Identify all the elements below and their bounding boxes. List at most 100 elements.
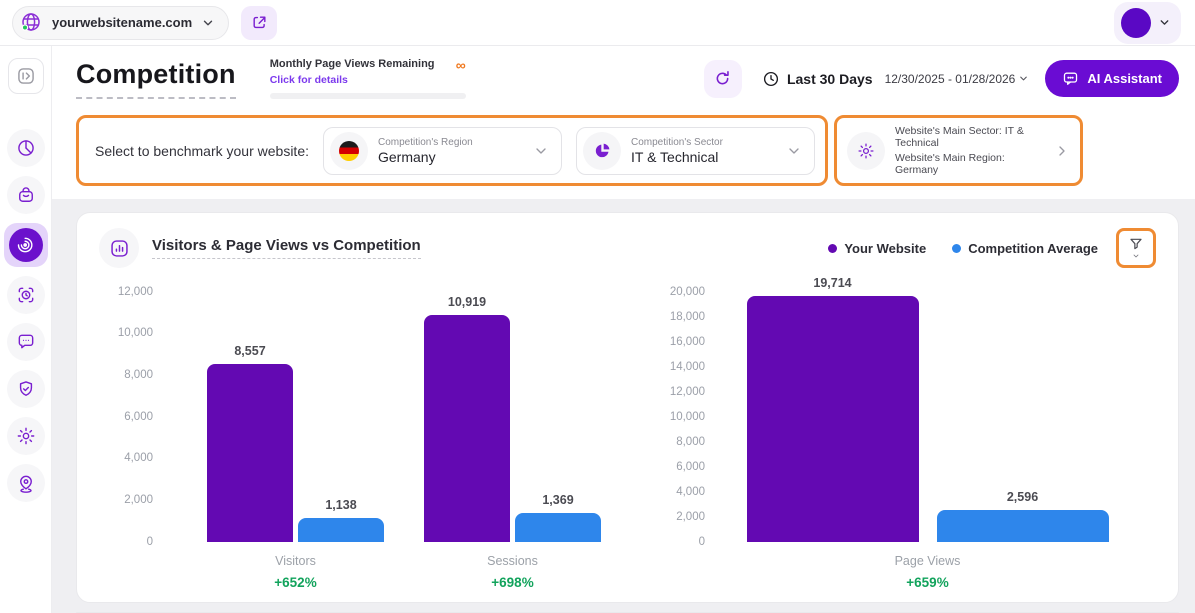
legend-item[interactable]: Your Website (828, 241, 926, 256)
bar-pair: 10,9191,369 (424, 292, 601, 542)
user-menu[interactable] (1114, 2, 1181, 44)
pie-chart-icon (583, 132, 621, 170)
sidebar-item-feedback[interactable] (7, 323, 45, 361)
site-selector-dropdown[interactable]: yourwebsitename.com (12, 6, 229, 40)
bar-value-label: 1,369 (515, 493, 601, 507)
category-label: Page Views (895, 554, 961, 568)
sidebar-item-privacy[interactable] (7, 370, 45, 408)
quota-details-link[interactable]: Click for details (270, 74, 466, 86)
y-axis-tick: 2,000 (676, 511, 705, 523)
globe-icon (19, 11, 43, 35)
refresh-button[interactable] (704, 60, 742, 98)
bar-your-website[interactable] (207, 364, 293, 542)
y-axis-tick: 18,000 (670, 311, 705, 323)
sidebar-item-visitor-location[interactable] (7, 464, 45, 502)
period-selector[interactable]: Last 30 Days (762, 70, 873, 88)
legend-item[interactable]: Competition Average (952, 241, 1098, 256)
chart-filter-button[interactable] (1116, 228, 1156, 268)
shield-check-icon (16, 379, 36, 399)
germany-flag-icon (330, 132, 368, 170)
sector-dropdown-value: IT & Technical (631, 149, 723, 165)
website-main-region: Website's Main Region: Germany (895, 152, 1044, 176)
bar-value-label: 19,714 (747, 276, 919, 290)
sidebar-item-competition[interactable] (4, 223, 48, 267)
bar-wrap: 10,919 (424, 315, 510, 542)
y-axis-tick: 0 (699, 536, 705, 548)
period-label: Last 30 Days (787, 71, 873, 87)
focus-clock-icon (16, 285, 36, 305)
bar-competition-average[interactable] (937, 510, 1109, 542)
chart-group-page-views: 19,714 2,596 Page Views +659% (747, 292, 1109, 590)
chevron-down-icon (786, 143, 802, 159)
y-axis-tick: 0 (147, 536, 153, 548)
y-axis-tick: 16,000 (670, 336, 705, 348)
date-range-text: 12/30/2025 - 01/28/2026 (885, 72, 1016, 86)
refresh-icon (713, 69, 732, 88)
y-axis-tick: 14,000 (670, 361, 705, 373)
website-info-box[interactable]: Website's Main Sector: IT & Technical We… (834, 115, 1083, 186)
sidebar (0, 46, 52, 613)
region-dropdown-label: Competition's Region (378, 137, 473, 148)
date-range-selector[interactable]: 12/30/2025 - 01/28/2026 (885, 72, 1030, 86)
location-pin-icon (16, 473, 36, 493)
plot-0: 8,5571,138Visitors+652%10,9191,369Sessio… (167, 292, 641, 590)
ai-assistant-label: AI Assistant (1087, 71, 1162, 86)
y-axis-tick: 20,000 (670, 286, 705, 298)
sidebar-item-settings[interactable] (7, 417, 45, 455)
bar-value-label: 1,138 (298, 498, 384, 512)
shopping-bag-icon (16, 185, 36, 205)
chevron-down-icon (1018, 73, 1029, 84)
sidebar-item-dashboard[interactable] (7, 129, 45, 167)
y-axis-tick: 2,000 (124, 495, 153, 507)
chevron-down-icon (1158, 16, 1171, 29)
chart-title: Visitors & Page Views vs Competition (152, 237, 421, 259)
plot-1: 19,714 2,596 Page Views +659% (705, 292, 1150, 590)
chevron-down-icon (201, 16, 215, 30)
bar-wrap: 2,596 (937, 510, 1109, 542)
sidebar-item-ecommerce[interactable] (7, 176, 45, 214)
bar-competition-average[interactable] (515, 513, 601, 542)
filter-funnel-icon (1128, 236, 1144, 252)
legend-label: Your Website (844, 241, 926, 256)
y-axis-tick: 6,000 (124, 411, 153, 423)
quota-progress-bar (270, 93, 466, 99)
bar-value-label: 8,557 (207, 344, 293, 358)
bar-value-label: 10,919 (424, 295, 510, 309)
topbar: yourwebsitename.com (0, 0, 1195, 46)
collapse-panel-icon (16, 66, 36, 86)
open-website-button[interactable] (241, 6, 277, 40)
bar-your-website[interactable] (424, 315, 510, 542)
y-axis-tick: 4,000 (676, 486, 705, 498)
chat-icon (1062, 70, 1079, 87)
category-label: Sessions (487, 554, 538, 568)
site-name: yourwebsitename.com (52, 15, 192, 30)
chevron-down-icon (533, 143, 549, 159)
sidebar-item-collapse-sidebar[interactable] (8, 58, 44, 94)
bar-wrap: 19,714 (747, 296, 919, 542)
chart-legend: Your Website Competition Average (828, 241, 1098, 256)
bar-wrap: 1,369 (515, 513, 601, 542)
chevron-right-icon (1054, 143, 1070, 159)
gear-icon (16, 426, 36, 446)
sector-dropdown[interactable]: Competition's Sector IT & Technical (576, 127, 815, 175)
y-axis-tick: 12,000 (670, 386, 705, 398)
external-link-icon (251, 14, 268, 31)
bar-value-label: 2,596 (937, 490, 1109, 504)
ai-assistant-button[interactable]: AI Assistant (1045, 60, 1179, 97)
legend-dot (952, 244, 961, 253)
chart-group-visitors: 8,5571,138Visitors+652% (207, 292, 384, 590)
benchmark-row: Select to benchmark your website: Compet… (76, 115, 1179, 186)
bar-your-website[interactable] (747, 296, 919, 542)
sidebar-item-session-recordings[interactable] (7, 276, 45, 314)
bar-competition-average[interactable] (298, 518, 384, 542)
y-axis-tick: 4,000 (124, 453, 153, 465)
legend-label: Competition Average (968, 241, 1098, 256)
gear-icon (847, 132, 885, 170)
chart-group-sessions: 10,9191,369Sessions+698% (424, 292, 601, 590)
bar-wrap: 8,557 (207, 364, 293, 542)
sector-dropdown-label: Competition's Sector (631, 137, 723, 148)
delta-label: +659% (906, 575, 948, 590)
benchmark-selectors: Select to benchmark your website: Compet… (76, 115, 828, 186)
quota-label: Monthly Page Views Remaining (270, 58, 435, 70)
region-dropdown[interactable]: Competition's Region Germany (323, 127, 562, 175)
